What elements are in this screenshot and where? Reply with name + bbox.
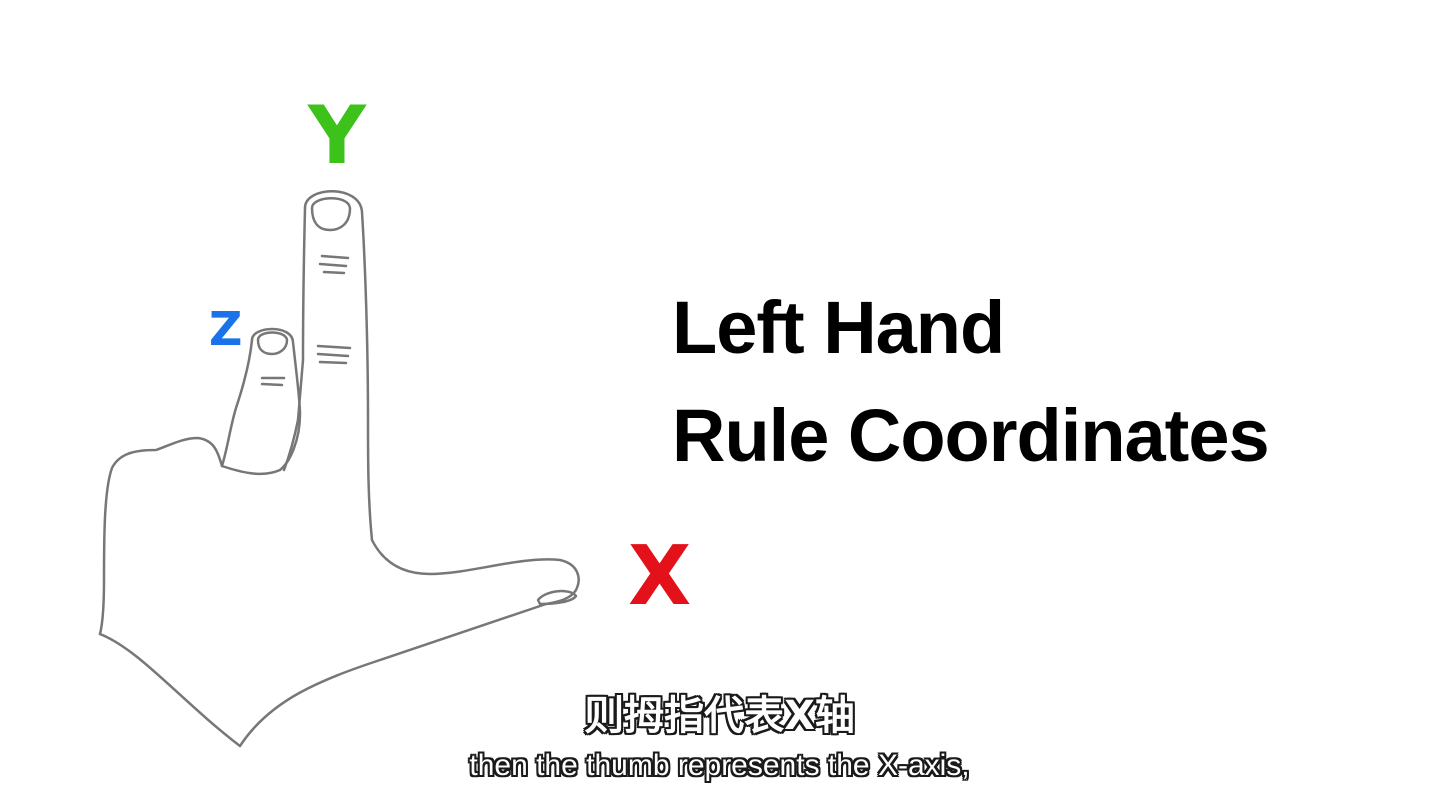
y-axis-label: Y xyxy=(308,89,366,182)
video-frame: Y Z X Left Hand Rule Coordinates 则拇指代表X轴… xyxy=(0,0,1439,808)
x-axis-label: X xyxy=(628,529,692,624)
subtitle-chinese: 则拇指代表X轴 xyxy=(584,693,855,739)
z-axis-label: Z xyxy=(209,302,243,356)
diagram-title: Left Hand Rule Coordinates xyxy=(672,274,1270,490)
title-line-2: Rule Coordinates xyxy=(672,394,1270,477)
subtitle-english: then the thumb represents the X-axis, xyxy=(469,749,970,782)
title-line-1: Left Hand xyxy=(672,286,1005,369)
